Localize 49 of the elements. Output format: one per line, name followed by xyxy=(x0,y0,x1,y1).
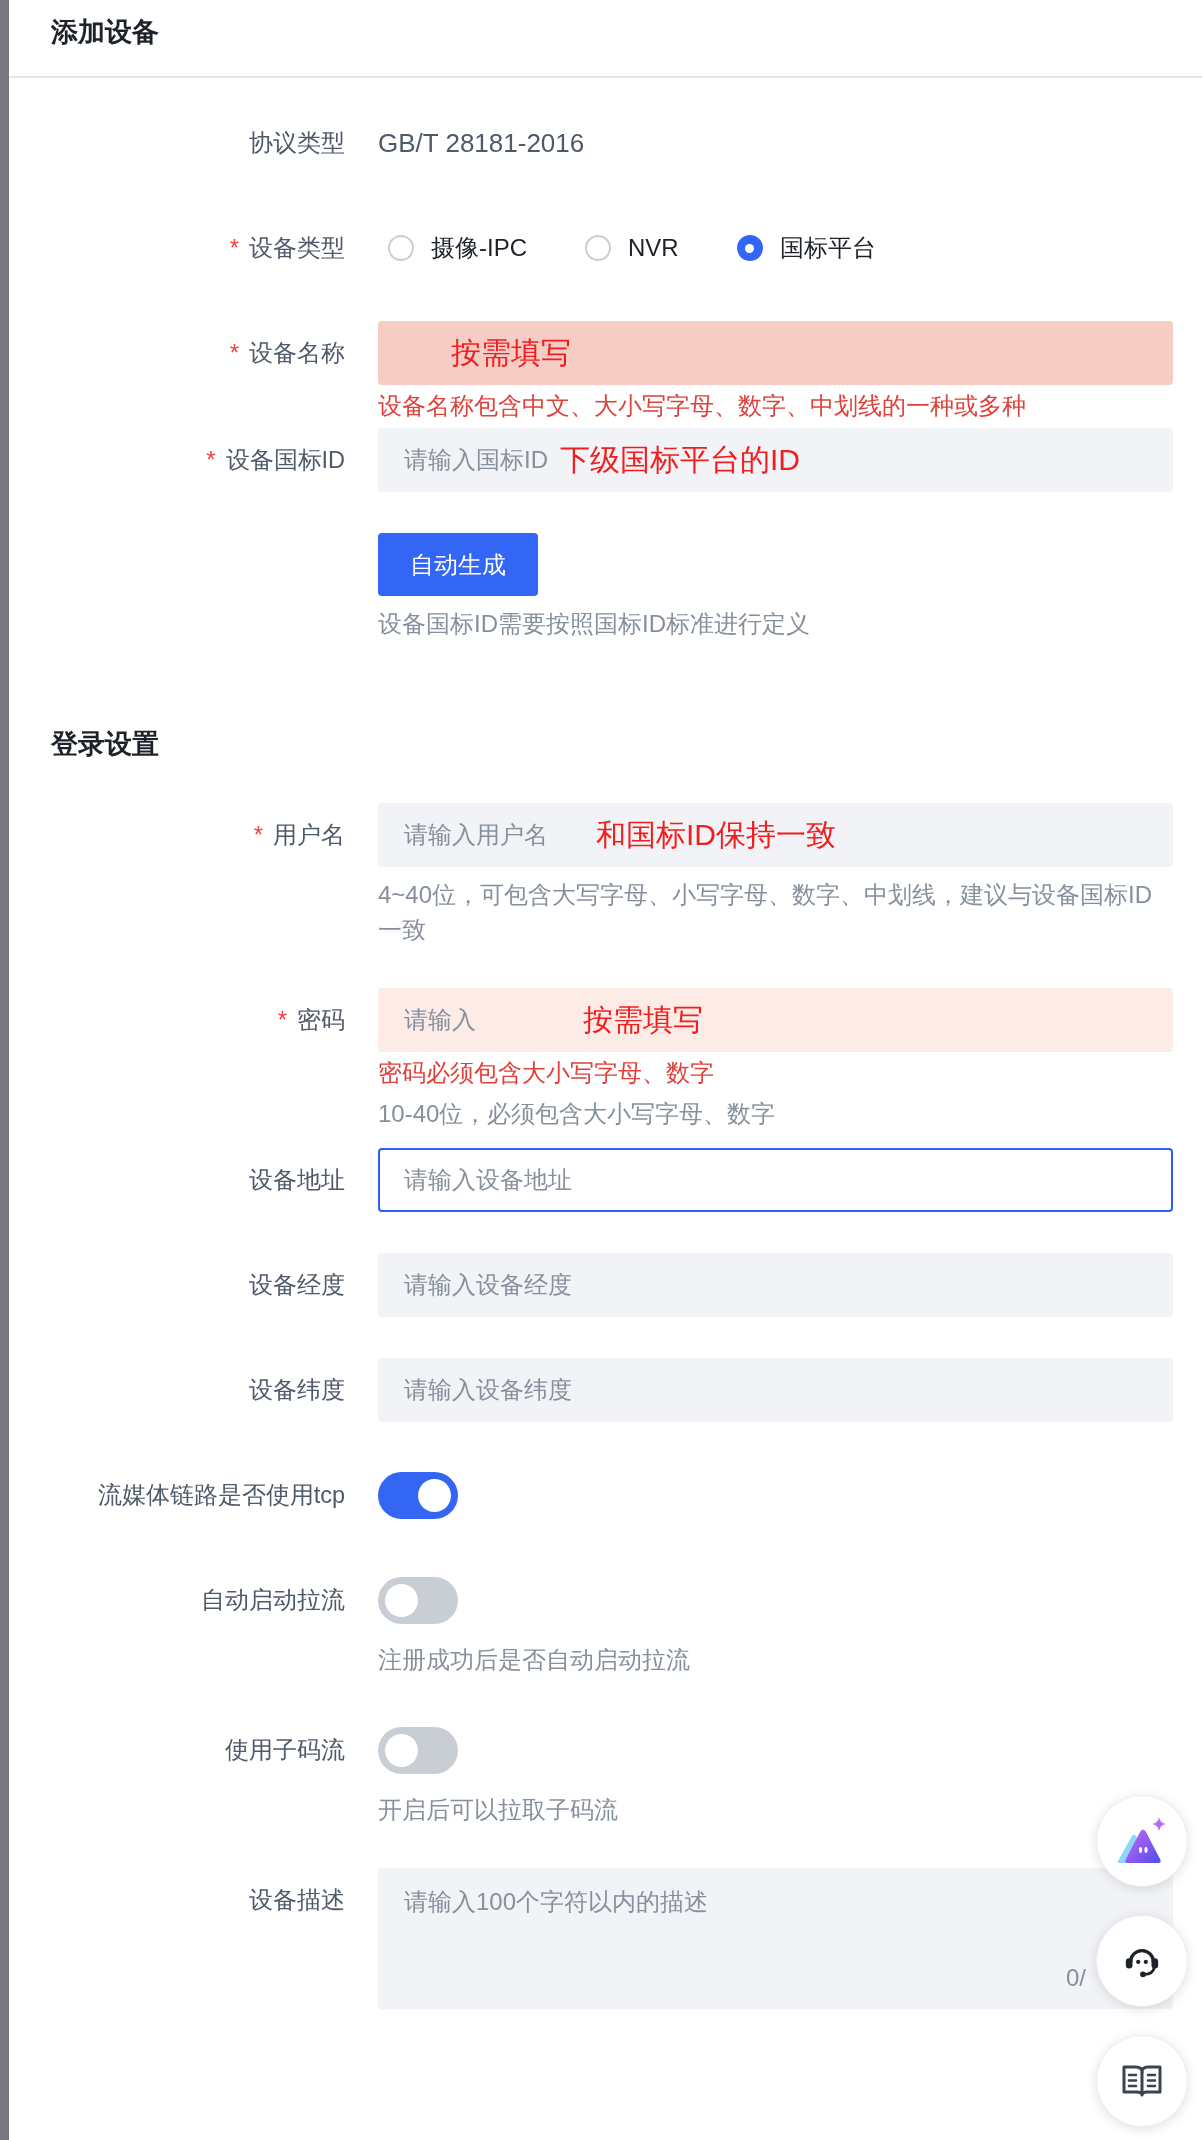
input-field[interactable]: 请输入设备经度 xyxy=(378,1253,1173,1317)
field-label: 设备描述 xyxy=(249,1886,345,1915)
section-title: 登录设置 xyxy=(51,728,159,761)
generate-button[interactable]: 自动生成 xyxy=(378,533,538,596)
field-label: 用户名 xyxy=(273,821,345,850)
radio-button[interactable] xyxy=(736,235,763,261)
field-label: 设备地址 xyxy=(249,1166,345,1195)
field-label: 设备纬度 xyxy=(249,1376,345,1405)
char-counter: 0/ xyxy=(1066,1963,1086,1993)
radio-button[interactable] xyxy=(585,235,611,261)
hint-text: 注册成功后是否自动启动拉流 xyxy=(378,1645,690,1675)
input-field[interactable]: 请输入设备纬度 xyxy=(378,1358,1173,1422)
field-label: 设备类型 xyxy=(249,234,345,263)
field-label: 设备国标ID xyxy=(225,446,345,475)
field-label: 使用子码流 xyxy=(225,1736,345,1765)
hint-text: 设备国标ID需要按照国标ID标准进行定义 xyxy=(378,609,810,639)
radio-option-label[interactable]: NVR xyxy=(628,232,679,264)
radio-button[interactable] xyxy=(388,235,414,261)
field-label: 流媒体链路是否使用tcp xyxy=(97,1481,345,1510)
toggle-switch[interactable] xyxy=(378,1471,458,1519)
annotation-text: 和国标ID保持一致 xyxy=(596,817,836,853)
input-field[interactable]: 请输入设备地址 xyxy=(378,1148,1173,1212)
toggle-switch[interactable] xyxy=(378,1726,458,1774)
field-value: GB/T 28181-2016 xyxy=(378,127,585,160)
radio-option-label[interactable]: 摄像-IPC xyxy=(431,232,527,264)
required-asterisk: * xyxy=(229,338,239,368)
required-asterisk: * xyxy=(253,820,263,850)
open-book-icon xyxy=(1122,2064,1162,2098)
field-label: 设备经度 xyxy=(249,1271,345,1300)
annotation-text: 按需填写 xyxy=(583,1002,703,1038)
annotation-text: 按需填写 xyxy=(451,335,571,371)
hint-text: 开启后可以拉取子码流 xyxy=(378,1795,618,1825)
hint-text: 10-40位，必须包含大小写字母、数字 xyxy=(378,1099,776,1129)
required-asterisk: * xyxy=(206,445,216,475)
field-label: 协议类型 xyxy=(249,129,345,158)
input-field[interactable] xyxy=(378,321,1173,385)
error-message: 设备名称包含中文、大小写字母、数字、中划线的一种或多种 xyxy=(378,391,1026,421)
mascot-sparkle-icon xyxy=(1117,1817,1167,1865)
annotation-text: 下级国标平台的ID xyxy=(560,442,800,478)
error-message: 密码必须包含大小写字母、数字 xyxy=(378,1058,714,1088)
drawer-title: 添加设备 xyxy=(51,16,159,49)
required-asterisk: * xyxy=(229,233,239,263)
field-label: 设备名称 xyxy=(249,339,345,368)
required-asterisk: * xyxy=(277,1005,287,1035)
radio-option-label[interactable]: 国标平台 xyxy=(779,232,876,264)
field-label: 密码 xyxy=(297,1006,345,1035)
field-label: 自动启动拉流 xyxy=(201,1586,345,1615)
hint-text: 4~40位，可包含大写字母、小写字母、数字、中划线，建议与设备国标ID一致 xyxy=(378,880,1154,945)
toggle-switch[interactable] xyxy=(378,1576,458,1624)
